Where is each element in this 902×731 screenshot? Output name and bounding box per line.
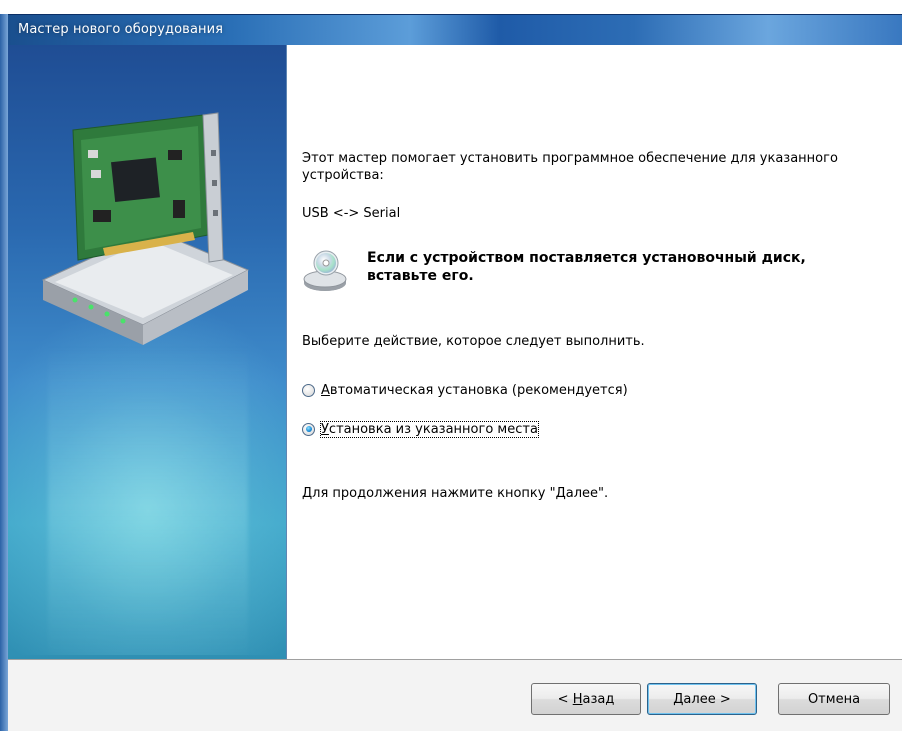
wizard-window: Мастер нового оборудования Этот мастер п… — [0, 0, 902, 731]
option-automatic-label[interactable]: Автоматическая установка (рекомендуется) — [321, 383, 628, 398]
banner-light-streak — [48, 345, 248, 659]
cd-notice-text: Если с устройством поставляется установо… — [367, 250, 806, 284]
window-title: Мастер нового оборудования — [18, 22, 224, 37]
radio-install-from-location[interactable] — [302, 422, 315, 436]
option-install-from-location[interactable]: Установка из указанного места — [302, 419, 539, 439]
window-frame — [0, 14, 8, 731]
option-automatic-install[interactable]: Автоматическая установка (рекомендуется) — [302, 380, 628, 400]
title-bar[interactable]: Мастер нового оборудования — [8, 14, 902, 46]
cancel-button[interactable]: Отмена — [778, 683, 890, 715]
wizard-side-banner — [8, 45, 287, 659]
action-prompt: Выберите действие, которое следует выпол… — [302, 334, 645, 349]
wizard-content: Этот мастер помогает установить программ… — [287, 45, 902, 659]
cd-drive-icon — [303, 250, 347, 291]
network-card-illustration — [41, 112, 250, 345]
device-name: USB <-> Serial — [302, 206, 401, 221]
continue-hint: Для продолжения нажмите кнопку "Далее". — [302, 486, 609, 501]
next-button[interactable]: Далее > — [647, 683, 757, 715]
intro-text: Этот мастер помогает установить программ… — [302, 151, 838, 183]
radio-automatic[interactable] — [302, 383, 315, 397]
option-install-from-location-label[interactable]: Установка из указанного места — [320, 420, 539, 438]
button-bar — [8, 660, 902, 731]
back-button[interactable]: < Назад — [531, 683, 641, 715]
